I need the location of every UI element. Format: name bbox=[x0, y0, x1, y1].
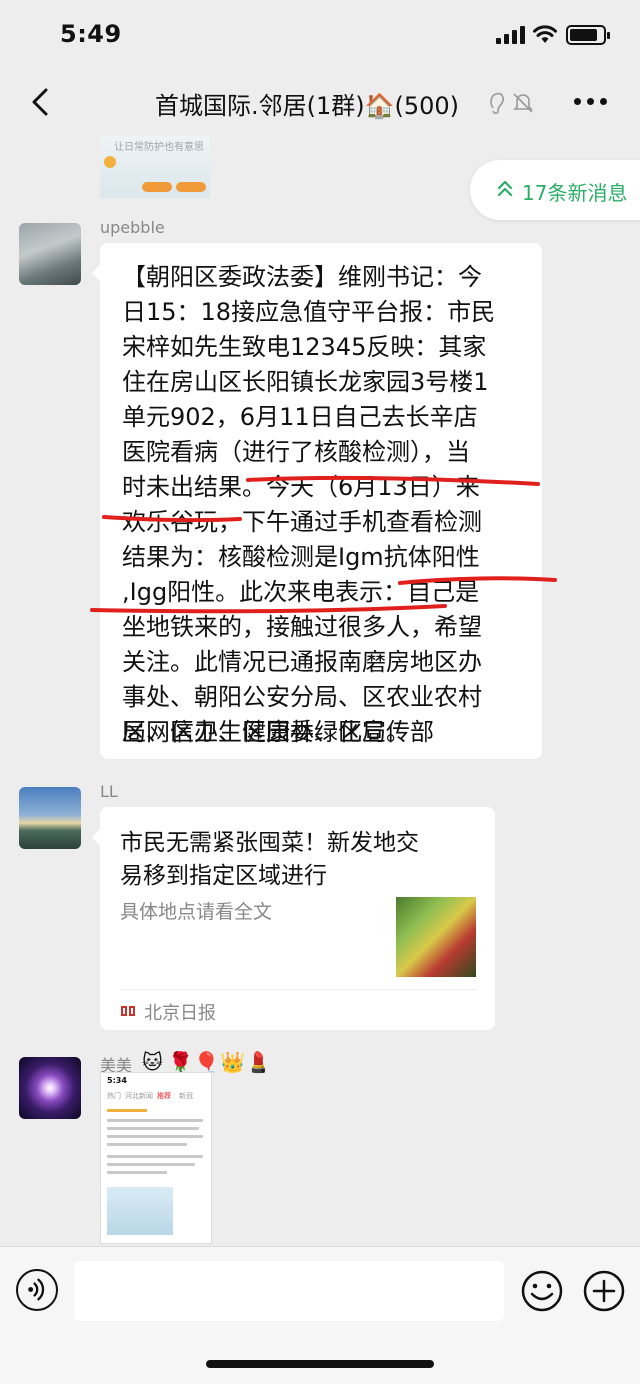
link-card[interactable]: 市民无需紧张囤菜！新发地交 易移到指定区域进行 具体地点请看全文 北京日报 bbox=[92, 807, 495, 1030]
message-line: 宋梓如先生致电12345反映：其家 bbox=[122, 333, 487, 361]
message-input[interactable] bbox=[74, 1261, 504, 1321]
link-description: 具体地点请看全文 bbox=[120, 901, 273, 923]
message-bubble[interactable]: 【朝阳区委政法委】维刚书记：今 日15：18接应急值守平台报：市民 宋梓如先生致… bbox=[92, 243, 542, 759]
rose-emoji: 🌹 bbox=[168, 1050, 193, 1074]
message-line: 区网信办、区园林绿化局。 bbox=[122, 718, 410, 746]
smiley-icon[interactable] bbox=[520, 1269, 564, 1313]
message-line: 住在房山区长阳镇长龙家园3号楼1 bbox=[122, 368, 489, 396]
plus-circle-icon[interactable] bbox=[582, 1269, 626, 1313]
message-line: 【朝阳区委政法委】维刚书记：今 bbox=[122, 263, 482, 291]
link-title: 易移到指定区域进行 bbox=[120, 863, 327, 889]
beijing-daily-logo-icon bbox=[121, 1006, 135, 1016]
screenshot-tab: 河北新闻 bbox=[125, 1092, 153, 1100]
ellipsis-icon[interactable] bbox=[574, 98, 608, 108]
battery-icon bbox=[566, 25, 610, 45]
mute-bell-icon bbox=[513, 93, 533, 113]
link-source: 北京日报 bbox=[144, 1003, 216, 1024]
message-line: 结果为：核酸检测是Igm抗体阳性 bbox=[122, 543, 480, 571]
cat-emoji: 🐱 bbox=[142, 1050, 163, 1074]
sender-name: upebble bbox=[100, 218, 165, 237]
new-messages-button[interactable]: 17条新消息 bbox=[470, 160, 640, 220]
chat-status-icons bbox=[490, 92, 533, 115]
link-thumbnail bbox=[396, 897, 476, 977]
screenshot-time: 5:34 bbox=[107, 1076, 127, 1085]
avatar[interactable] bbox=[19, 223, 81, 285]
lipstick-emoji: 💄 bbox=[246, 1050, 271, 1074]
message-line: 坐地铁来的，接触过很多人，希望 bbox=[122, 613, 482, 641]
message-line: 欢乐谷玩，下午通过手机查看检测 bbox=[122, 508, 482, 536]
link-title: 市民无需紧张囤菜！新发地交 bbox=[120, 830, 419, 856]
screenshot-tab: 热门 bbox=[107, 1092, 121, 1100]
ear-icon bbox=[490, 92, 504, 115]
wifi-icon bbox=[533, 25, 557, 43]
screenshot-image-message[interactable]: 5:34 热门 河北新闻 推荐 新冠 bbox=[100, 1072, 212, 1244]
avatar[interactable] bbox=[19, 1057, 81, 1119]
crown-emoji: 👑 bbox=[220, 1050, 245, 1074]
image-message-text: 让日常防护也有意思 bbox=[114, 142, 204, 153]
message-line: 单元902，6月11日自己去长辛店 bbox=[122, 403, 478, 431]
home-indicator[interactable] bbox=[206, 1360, 434, 1368]
screenshot-tab: 推荐 bbox=[157, 1092, 171, 1100]
message-line: 事处、朝阳公安分局、区农业农村 bbox=[122, 683, 482, 711]
chevron-left-icon[interactable] bbox=[24, 84, 60, 120]
battery-level bbox=[570, 29, 597, 41]
status-bar: 5:49 bbox=[0, 0, 640, 70]
message-line: 医院看病（进行了核酸检测），当 bbox=[122, 438, 470, 466]
cellular-signal-icon bbox=[496, 26, 526, 44]
balloon-emoji: 🎈 bbox=[194, 1050, 219, 1074]
new-messages-label: 17条新消息 bbox=[522, 181, 628, 205]
screenshot-tab: 新冠 bbox=[179, 1092, 193, 1100]
sender-name: LL bbox=[100, 782, 118, 801]
message-line: 关注。此情况已通报南磨房地区办 bbox=[122, 648, 482, 676]
message-line: 日15：18接应急值守平台报：市民 bbox=[122, 298, 496, 326]
avatar[interactable] bbox=[19, 787, 81, 849]
message-line: 时未出结果。今天（6月13日）来 bbox=[122, 473, 480, 501]
message-line: ,Igg阳性。此次来电表示：自己是 bbox=[122, 578, 480, 606]
voice-icon[interactable] bbox=[16, 1269, 58, 1311]
status-time: 5:49 bbox=[60, 20, 122, 48]
double-chevron-up-icon bbox=[497, 180, 513, 197]
chat-title: 首城国际.邻居(1群)🏠(500) bbox=[155, 92, 460, 120]
chat-header: 首城国际.邻居(1群)🏠(500) bbox=[0, 70, 640, 136]
image-message[interactable]: 让日常防护也有意思 bbox=[100, 136, 210, 198]
